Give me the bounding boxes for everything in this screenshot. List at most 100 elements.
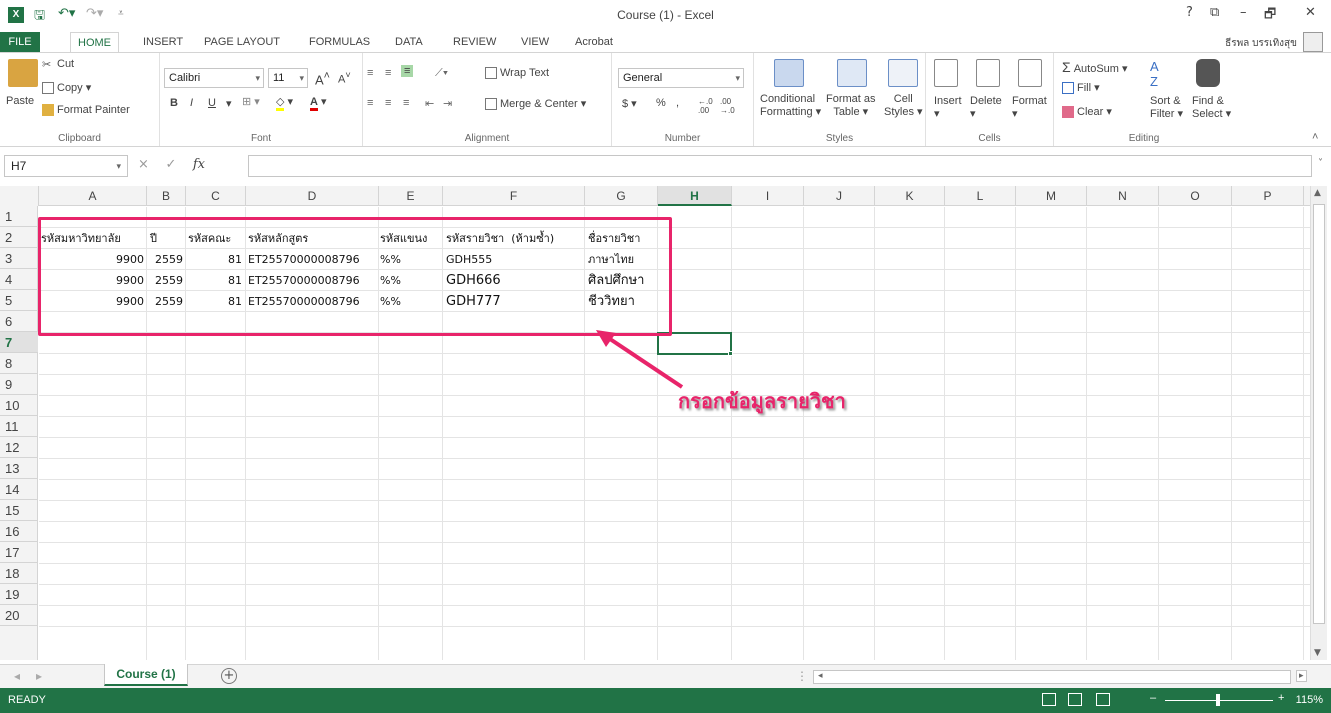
delete-cells-icon[interactable] (976, 59, 1000, 87)
increase-indent-icon[interactable]: ⇥ (443, 97, 452, 110)
vertical-scrollbar[interactable]: ▲ ▼ (1310, 186, 1327, 660)
tab-home[interactable]: HOME (70, 32, 119, 52)
user-name[interactable]: ธีรพล บรรเทิงสุข (1225, 36, 1297, 51)
select-all-corner[interactable] (0, 186, 39, 206)
tab-acrobat[interactable]: Acrobat (568, 32, 620, 52)
page-layout-view-icon[interactable] (1068, 693, 1082, 706)
row-header[interactable]: 5 (0, 290, 38, 311)
paste-icon[interactable] (8, 59, 38, 87)
insert-cells-button[interactable]: Insert ▾ (934, 95, 962, 120)
find-select-button[interactable]: Find & Select ▾ (1192, 95, 1231, 120)
paste-button[interactable]: Paste (6, 95, 34, 107)
fill-handle[interactable] (728, 351, 733, 356)
increase-decimal-icon[interactable]: ←.0.00 (698, 97, 713, 115)
column-header-m[interactable]: M (1016, 186, 1087, 206)
fill-button[interactable]: Fill ▾ (1062, 81, 1100, 95)
enter-entry-icon[interactable]: ✓ (165, 157, 176, 172)
tab-data[interactable]: DATA (388, 32, 430, 52)
ribbon-display-options-button[interactable]: ⧉ (1210, 5, 1219, 20)
user-avatar[interactable] (1303, 32, 1323, 52)
italic-button[interactable]: I (190, 97, 193, 109)
column-header-k[interactable]: K (875, 186, 945, 206)
sheet-tab-course[interactable]: Course (1) (104, 664, 188, 686)
row-header[interactable]: 12 (0, 437, 38, 458)
tab-file[interactable]: FILE (0, 32, 40, 52)
clear-button[interactable]: Clear ▾ (1062, 105, 1112, 119)
tab-review[interactable]: REVIEW (446, 32, 503, 52)
scroll-up-icon[interactable]: ▲ (1314, 188, 1321, 198)
zoom-slider-thumb[interactable] (1216, 694, 1220, 706)
column-header-b[interactable]: B (147, 186, 186, 206)
tab-page-layout[interactable]: PAGE LAYOUT (197, 32, 287, 52)
wrap-text-button[interactable]: Wrap Text (485, 67, 549, 80)
column-header-e[interactable]: E (379, 186, 443, 206)
number-format-combo[interactable]: General ▾ (618, 68, 744, 88)
maximize-button[interactable]: 🗗 (1264, 5, 1276, 27)
row-header[interactable]: 15 (0, 500, 38, 521)
row-header-active[interactable]: 7 (0, 332, 38, 353)
formula-input[interactable] (248, 155, 1312, 177)
zoom-level[interactable]: 115% (1296, 694, 1323, 706)
autosum-button[interactable]: Σ AutoSum ▾ (1062, 59, 1128, 75)
zoom-out-button[interactable]: – (1150, 692, 1156, 704)
insert-cells-icon[interactable] (934, 59, 958, 87)
row-header[interactable]: 13 (0, 458, 38, 479)
minimize-button[interactable]: – (1240, 5, 1247, 20)
column-header-h[interactable]: H (658, 186, 732, 206)
comma-button[interactable]: , (676, 97, 679, 109)
horizontal-scrollbar[interactable]: ◂ (813, 670, 1291, 684)
tab-view[interactable]: VIEW (514, 32, 556, 52)
format-cells-button[interactable]: Format ▾ (1012, 95, 1047, 120)
borders-icon[interactable]: ⊞ ▾ (242, 95, 260, 108)
tab-split-handle-icon[interactable]: ⋮ (796, 669, 808, 683)
prev-sheet-icon[interactable]: ◂ (14, 669, 20, 683)
merge-center-button[interactable]: Merge & Center ▾ (485, 97, 586, 111)
sort-filter-icon[interactable]: AZ (1150, 59, 1176, 89)
align-left-icon[interactable]: ≡ (367, 97, 373, 109)
format-cells-icon[interactable] (1018, 59, 1042, 87)
currency-button[interactable]: $ ▾ (622, 97, 637, 110)
underline-button[interactable]: U (208, 97, 216, 109)
row-header[interactable]: 3 (0, 248, 38, 269)
cancel-entry-icon[interactable]: × (138, 157, 149, 172)
format-painter-button[interactable]: Format Painter (42, 104, 130, 117)
row-header[interactable]: 16 (0, 521, 38, 542)
binoculars-icon[interactable] (1196, 59, 1220, 87)
column-header-l[interactable]: L (945, 186, 1016, 206)
font-size-combo[interactable]: 11 ▾ (268, 68, 308, 88)
orientation-icon[interactable]: ⟋▾ (435, 67, 448, 80)
row-header[interactable]: 4 (0, 269, 38, 290)
sort-filter-button[interactable]: Sort & Filter ▾ (1150, 95, 1183, 120)
column-header-a[interactable]: A (39, 186, 147, 206)
row-header[interactable]: 20 (0, 605, 38, 626)
column-header-j[interactable]: J (804, 186, 875, 206)
normal-view-icon[interactable] (1042, 693, 1056, 706)
format-as-table-icon[interactable] (837, 59, 867, 87)
cell-styles-button[interactable]: Cell Styles ▾ (884, 93, 923, 118)
format-as-table-button[interactable]: Format as Table ▾ (826, 93, 876, 118)
column-header-o[interactable]: O (1159, 186, 1232, 206)
name-box[interactable]: H7 ▾ (4, 155, 128, 177)
scroll-right-icon[interactable]: ▸ (1296, 670, 1307, 682)
row-header[interactable]: 8 (0, 353, 38, 374)
column-header-c[interactable]: C (186, 186, 246, 206)
expand-formula-bar-icon[interactable]: ˅ (1318, 158, 1323, 169)
tab-insert[interactable]: INSERT (136, 32, 190, 52)
row-header[interactable]: 19 (0, 584, 38, 605)
row-header[interactable]: 17 (0, 542, 38, 563)
insert-function-icon[interactable]: fx (193, 157, 205, 172)
vertical-scroll-thumb[interactable] (1313, 204, 1325, 624)
decrease-indent-icon[interactable]: ⇤ (425, 97, 434, 110)
next-sheet-icon[interactable]: ▸ (36, 669, 42, 683)
column-header-p[interactable]: P (1232, 186, 1304, 206)
underline-dropdown-icon[interactable]: ▾ (226, 97, 232, 110)
scroll-down-icon[interactable]: ▼ (1314, 648, 1321, 658)
decrease-decimal-icon[interactable]: .00 →.0 (720, 97, 735, 115)
align-middle-icon[interactable]: ≡ (385, 67, 391, 79)
row-header[interactable]: 9 (0, 374, 38, 395)
percent-button[interactable]: % (656, 97, 666, 109)
close-button[interactable]: ✕ (1305, 5, 1316, 20)
page-break-preview-icon[interactable] (1096, 693, 1110, 706)
row-header[interactable]: 2 (0, 227, 38, 248)
align-top-icon[interactable]: ≡ (367, 67, 373, 79)
